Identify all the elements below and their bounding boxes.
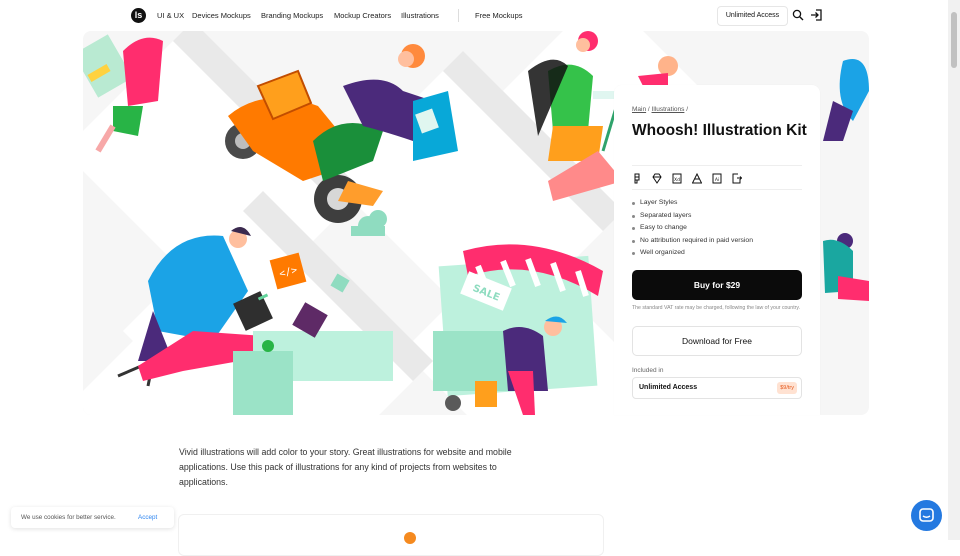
nav-divider bbox=[458, 9, 459, 22]
affinity-icon bbox=[692, 173, 702, 184]
svg-text:Ai: Ai bbox=[715, 177, 719, 183]
included-item-label: Unlimited Access bbox=[639, 384, 698, 391]
preview-illustration bbox=[404, 532, 416, 544]
product-title: Whoosh! Illustration Kit bbox=[632, 122, 807, 139]
included-unlimited-access[interactable]: Unlimited Access $9/try bbox=[632, 377, 802, 399]
cookie-text: We use cookies for better service. bbox=[21, 514, 116, 521]
login-icon[interactable] bbox=[810, 9, 822, 21]
product-description: Vivid illustrations will add color to yo… bbox=[179, 447, 512, 487]
feature-item: Well organized bbox=[632, 247, 753, 260]
feature-item: No attribution required in paid version bbox=[632, 235, 753, 248]
nav-link-devices-mockups[interactable]: Devices Mockups bbox=[192, 11, 251, 20]
vat-note: The standard VAT rate may be charged, fo… bbox=[632, 305, 801, 311]
download-free-button[interactable]: Download for Free bbox=[632, 326, 802, 356]
scrollbar-thumb[interactable] bbox=[951, 12, 957, 68]
chat-button[interactable] bbox=[911, 500, 942, 531]
svg-text:Xd: Xd bbox=[674, 177, 680, 183]
breadcrumb: Main / Illustrations / bbox=[632, 106, 689, 113]
nav-link-free-mockups[interactable]: Free Mockups bbox=[475, 11, 523, 20]
chat-icon bbox=[919, 508, 934, 522]
feature-item: Easy to change bbox=[632, 222, 753, 235]
cookie-accept-button[interactable]: Accept bbox=[138, 514, 157, 521]
feature-item: Separated layers bbox=[632, 210, 753, 223]
feature-item: Layer Styles bbox=[632, 197, 753, 210]
breadcrumb-link-main[interactable]: Main bbox=[632, 106, 646, 113]
search-icon[interactable] bbox=[792, 9, 804, 21]
card-divider bbox=[632, 165, 802, 166]
preview-card bbox=[178, 514, 604, 556]
figma-icon bbox=[634, 173, 640, 184]
top-navigation: ls UI & UX Devices Mockups Branding Mock… bbox=[0, 0, 948, 31]
xd-icon: Xd bbox=[672, 173, 682, 184]
nav-link-mockup-creators[interactable]: Mockup Creators bbox=[334, 11, 391, 20]
nav-link-ui-ux[interactable]: UI & UX bbox=[157, 11, 184, 20]
page-scrollbar[interactable] bbox=[948, 0, 960, 540]
price-badge: $9/try bbox=[777, 382, 797, 394]
export-icon bbox=[732, 173, 742, 184]
breadcrumb-link-illustrations[interactable]: Illustrations bbox=[652, 106, 685, 113]
nav-link-illustrations[interactable]: Illustrations bbox=[401, 11, 439, 20]
feature-list: Layer Styles Separated layers Easy to ch… bbox=[632, 197, 753, 260]
cookie-banner: We use cookies for better service. Accep… bbox=[11, 507, 174, 528]
included-label: Included in bbox=[632, 367, 664, 374]
site-logo[interactable]: ls bbox=[131, 8, 146, 23]
unlimited-access-button[interactable]: Unlimited Access bbox=[717, 6, 788, 26]
buy-button[interactable]: Buy for $29 bbox=[632, 270, 802, 300]
product-card: Main / Illustrations / Whoosh! Illustrat… bbox=[614, 85, 820, 415]
card-divider bbox=[632, 189, 802, 190]
sketch-icon bbox=[652, 173, 662, 184]
nav-link-branding-mockups[interactable]: Branding Mockups bbox=[261, 11, 323, 20]
illustrator-icon: Ai bbox=[712, 173, 722, 184]
